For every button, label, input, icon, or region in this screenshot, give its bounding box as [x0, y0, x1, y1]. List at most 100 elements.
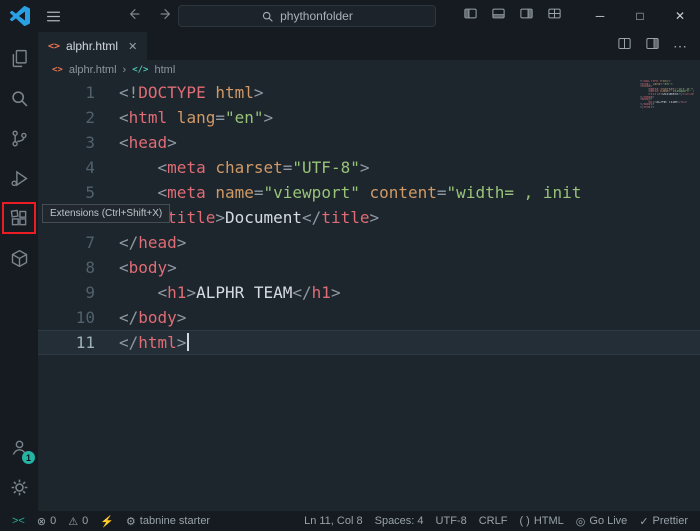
activity-bar-package[interactable]: [0, 238, 38, 278]
breadcrumb-symbol[interactable]: html: [154, 64, 175, 76]
code-line[interactable]: 5 <meta name="viewport" content="width= …: [38, 180, 700, 205]
title-bar: phythonfolder ─ □ ✕: [0, 0, 700, 32]
back-button[interactable]: [126, 6, 142, 27]
status-item-remote[interactable]: ><: [6, 511, 31, 531]
check-icon: ✓: [639, 515, 648, 528]
run-debug-icon: [9, 168, 30, 189]
status-item-tabnine[interactable]: ⚙tabnine starter: [120, 511, 216, 531]
editor[interactable]: 1<!DOCTYPE html>2<html lang="en">3<head>…: [38, 80, 700, 511]
history-navigation: [126, 6, 174, 27]
status-item-language-mode[interactable]: ( ) HTML: [513, 511, 569, 531]
broadcast-icon: ◎: [576, 515, 586, 528]
customize-layout-button[interactable]: [547, 6, 562, 26]
status-item-ports[interactable]: ⚡: [94, 511, 120, 531]
code-line[interactable]: 1<!DOCTYPE html>: [38, 80, 700, 105]
maximize-button[interactable]: □: [620, 0, 660, 32]
status-label: 0: [50, 515, 56, 527]
status-label: Prettier: [653, 515, 688, 527]
code-line[interactable]: 8<body>: [38, 255, 700, 280]
activity-bar-extensions[interactable]: [0, 198, 38, 238]
breadcrumb-file[interactable]: alphr.html: [69, 64, 117, 76]
search-input[interactable]: phythonfolder: [178, 5, 436, 27]
line-content: </body>: [95, 305, 186, 330]
gear-icon: [9, 477, 30, 498]
close-button[interactable]: ✕: [660, 0, 700, 32]
tab-alphr-html[interactable]: <> alphr.html ✕: [38, 32, 147, 60]
toggle-sidebar-button[interactable]: [463, 6, 478, 26]
activity-bar: 1: [0, 32, 38, 511]
plug-icon: ⚡: [100, 515, 114, 528]
line-number[interactable]: 8: [38, 255, 95, 280]
activity-bar-accounts[interactable]: 1: [0, 427, 38, 467]
toggle-panel-button[interactable]: [491, 6, 506, 26]
symbol-tag-icon: </>: [132, 65, 148, 75]
line-content: <h1>ALPHR TEAM</h1>: [95, 280, 341, 305]
activity-bar-search[interactable]: [0, 78, 38, 118]
status-bar-right: Ln 11, Col 8 Spaces: 4 UTF-8 CRLF ( ) HTML ◎Go…: [298, 511, 694, 531]
line-number[interactable]: 4: [38, 155, 95, 180]
line-number[interactable]: 10: [38, 305, 95, 330]
status-item-prettier[interactable]: ✓ Prettier: [633, 511, 694, 531]
status-item-encoding[interactable]: UTF-8: [430, 511, 473, 531]
line-number[interactable]: 11: [38, 330, 95, 355]
status-label: 0: [82, 515, 88, 527]
forward-button[interactable]: [158, 6, 174, 27]
minimap[interactable]: <!DOCTYPE html><html lang="en"><head> <m…: [640, 80, 694, 109]
code-line[interactable]: 10</body>: [38, 305, 700, 330]
toggle-secondary-sidebar-button[interactable]: [519, 6, 534, 26]
activity-bar-run-debug[interactable]: [0, 158, 38, 198]
line-content: </head>: [95, 230, 186, 255]
accounts-badge: 1: [22, 451, 35, 464]
brackets-icon: ( ): [519, 515, 529, 527]
tab-bar: <> alphr.html ✕ ⋯: [38, 32, 700, 60]
line-content: <meta name="viewport" content="width= , …: [95, 180, 581, 205]
status-label: HTML: [534, 515, 564, 527]
package-icon: [9, 248, 30, 269]
line-content: <meta charset="UTF-8">: [95, 155, 369, 180]
source-control-icon: [9, 128, 30, 149]
status-item-warnings[interactable]: ⚠0: [62, 511, 94, 531]
html-file-icon: <>: [52, 65, 63, 75]
gear-icon: ⚙: [126, 515, 136, 528]
activity-bar-settings[interactable]: [0, 467, 38, 507]
remote-icon: ><: [12, 515, 25, 527]
code-line[interactable]: 7</head>: [38, 230, 700, 255]
chevron-right-icon: ›: [123, 64, 127, 76]
status-label: Go Live: [589, 515, 627, 527]
minimize-button[interactable]: ─: [580, 0, 620, 32]
status-item-errors[interactable]: ⊗0: [31, 511, 62, 531]
menu-button[interactable]: [42, 8, 64, 25]
line-number[interactable]: 1: [38, 80, 95, 105]
status-item-eol[interactable]: CRLF: [473, 511, 514, 531]
line-number[interactable]: 3: [38, 130, 95, 155]
text-cursor: [187, 333, 189, 351]
status-item-indentation[interactable]: Spaces: 4: [369, 511, 430, 531]
line-content: <html lang="en">: [95, 105, 273, 130]
status-label: Ln 11, Col 8: [304, 515, 363, 527]
line-number[interactable]: 9: [38, 280, 95, 305]
code-line[interactable]: 2<html lang="en">: [38, 105, 700, 130]
more-actions-icon[interactable]: ⋯: [673, 38, 688, 55]
line-number[interactable]: 5: [38, 180, 95, 205]
line-number[interactable]: 7: [38, 230, 95, 255]
code-line[interactable]: 9 <h1>ALPHR TEAM</h1>: [38, 280, 700, 305]
code-line[interactable]: 3<head>: [38, 130, 700, 155]
status-item-cursor-position[interactable]: Ln 11, Col 8: [298, 511, 369, 531]
breadcrumb: <> alphr.html › </> html: [38, 60, 700, 80]
status-label: UTF-8: [436, 515, 467, 527]
warning-icon: ⚠: [68, 515, 78, 528]
split-editor-icon[interactable]: [617, 36, 632, 56]
status-bar-left: ><⊗0⚠0⚡⚙tabnine starter: [6, 511, 216, 531]
activity-bar-explorer[interactable]: [0, 38, 38, 78]
activity-bar-source-control[interactable]: [0, 118, 38, 158]
status-item-go-live[interactable]: ◎Go Live: [570, 511, 634, 531]
code-line[interactable]: 4 <meta charset="UTF-8">: [38, 155, 700, 180]
search-icon: [9, 88, 30, 109]
line-number[interactable]: 2: [38, 105, 95, 130]
code-line[interactable]: 11</html>: [38, 330, 700, 355]
editor-layout-icon[interactable]: [645, 36, 660, 56]
tab-close-icon[interactable]: ✕: [128, 40, 137, 53]
extensions-tooltip: Extensions (Ctrl+Shift+X): [42, 204, 170, 223]
search-value: phythonfolder: [280, 9, 353, 23]
search-icon: [261, 10, 274, 23]
